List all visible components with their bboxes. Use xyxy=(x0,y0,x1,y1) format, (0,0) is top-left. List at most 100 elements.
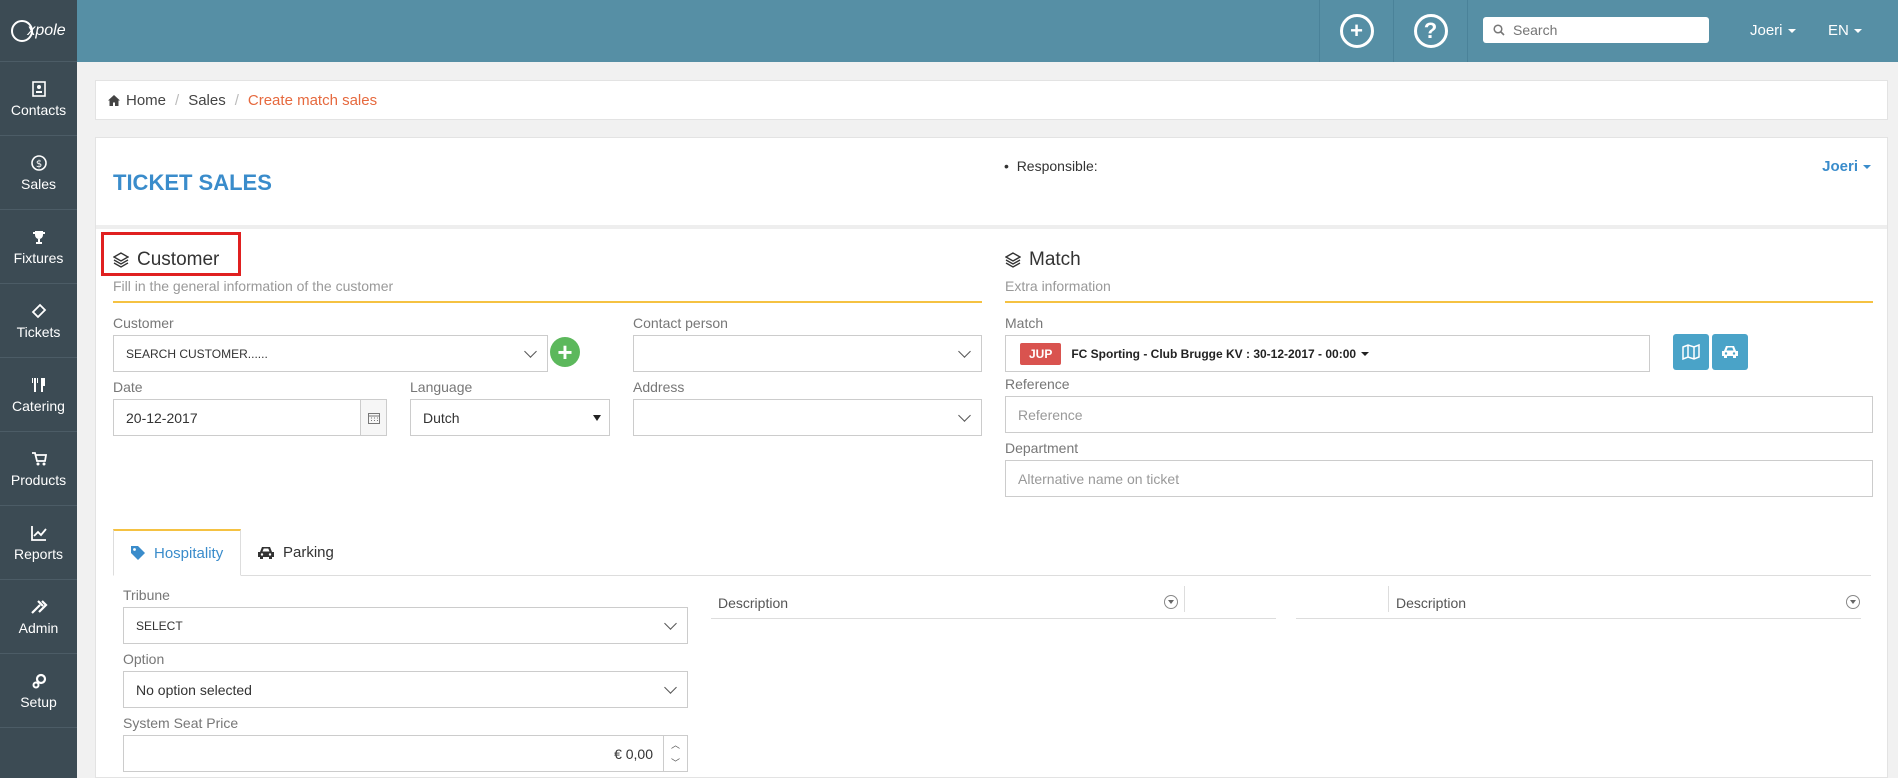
department-placeholder: Alternative name on ticket xyxy=(1018,470,1180,487)
ticket-icon xyxy=(30,302,48,320)
match-title-text: Match xyxy=(1029,249,1081,270)
home-icon xyxy=(108,94,120,106)
main-panel: TICKET SALES • Responsible: Joeri Custom… xyxy=(95,137,1888,778)
cutlery-icon xyxy=(30,376,48,394)
column-separator xyxy=(1388,586,1389,612)
dollar-icon: $ xyxy=(30,154,48,172)
svg-text:$: $ xyxy=(35,159,41,170)
sidebar-item-label: Fixtures xyxy=(13,249,64,266)
date-value: 20-12-2017 xyxy=(126,409,198,426)
language-select[interactable]: Dutch xyxy=(410,399,610,436)
triangle-down-icon xyxy=(593,415,601,421)
language-value: Dutch xyxy=(423,409,460,426)
trophy-icon xyxy=(30,228,48,246)
seat-price-input[interactable]: € 0,00 ︿ ﹀ xyxy=(123,735,688,772)
match-select[interactable]: JUP FC Sporting - Club Brugge KV : 30-12… xyxy=(1005,335,1650,372)
customer-subtitle: Fill in the general information of the c… xyxy=(113,278,394,294)
sidebar-item-label: Setup xyxy=(20,693,57,710)
sidebar-item-fixtures[interactable]: Fixtures xyxy=(0,210,77,284)
breadcrumb: Home / Sales / Create match sales xyxy=(95,80,1888,120)
breadcrumb-sales[interactable]: Sales xyxy=(188,92,226,109)
reference-placeholder: Reference xyxy=(1018,406,1083,423)
tab-hospitality[interactable]: Hospitality xyxy=(113,529,241,576)
responsible-text: Responsible: xyxy=(1016,158,1098,174)
user-name: Joeri xyxy=(1750,22,1783,39)
tools-icon xyxy=(30,598,48,616)
layers-icon xyxy=(1005,252,1021,268)
sidebar-item-setup[interactable]: Setup xyxy=(0,654,77,728)
option-value: No option selected xyxy=(136,681,252,698)
tab-label: Parking xyxy=(283,544,334,561)
sidebar-item-label: Sales xyxy=(20,175,57,192)
table2-col-description[interactable]: Description xyxy=(1396,595,1466,611)
spinner-up-icon[interactable]: ︿ xyxy=(671,738,680,751)
car-button[interactable] xyxy=(1712,334,1748,370)
seat-price-value: € 0,00 xyxy=(614,745,653,762)
sidebar-item-contacts[interactable]: Contacts xyxy=(0,62,77,136)
reference-input[interactable]: Reference xyxy=(1005,396,1873,433)
sidebar-item-admin[interactable]: Admin xyxy=(0,580,77,654)
tribune-select[interactable]: SELECT xyxy=(123,607,688,644)
sidebar-item-catering[interactable]: Catering xyxy=(0,358,77,432)
breadcrumb-separator: / xyxy=(175,91,180,109)
spinner-down-icon[interactable]: ﹀ xyxy=(671,756,680,769)
chevron-down-icon xyxy=(524,345,537,358)
tab-parking[interactable]: Parking xyxy=(241,529,350,576)
cart-icon xyxy=(30,450,48,468)
contact-person-select[interactable] xyxy=(633,335,982,372)
calendar-icon[interactable] xyxy=(360,400,386,435)
match-label: Match xyxy=(1005,315,1044,331)
match-badge: JUP xyxy=(1020,342,1062,365)
sidebar-item-tickets[interactable]: Tickets xyxy=(0,284,77,358)
option-select[interactable]: No option selected xyxy=(123,671,688,708)
add-button[interactable]: + xyxy=(1319,0,1393,62)
tribune-label: Tribune xyxy=(123,587,170,603)
option-label: Option xyxy=(123,651,165,667)
language-menu[interactable]: EN xyxy=(1828,22,1862,39)
filter-icon[interactable] xyxy=(1846,595,1860,609)
caret-down-icon xyxy=(1853,29,1862,34)
match-value: FC Sporting - Club Brugge KV : 30-12-201… xyxy=(1071,346,1357,361)
customer-search-select[interactable]: SEARCH CUSTOMER...... xyxy=(113,335,548,372)
filter-icon[interactable] xyxy=(1164,595,1178,609)
question-circle-icon: ? xyxy=(1413,14,1448,48)
sidebar-item-products[interactable]: Products xyxy=(0,432,77,506)
search-input[interactable] xyxy=(1513,22,1693,38)
responsible-user: Joeri xyxy=(1822,158,1858,175)
seat-price-label: System Seat Price xyxy=(123,715,239,731)
responsible-user-dropdown[interactable]: Joeri xyxy=(1822,158,1871,175)
section-divider xyxy=(96,225,1887,229)
match-subtitle: Extra information xyxy=(1005,278,1111,294)
plus-circle-icon: + xyxy=(1339,14,1374,48)
date-label: Date xyxy=(113,379,143,395)
sidebar: xpole Contacts $ Sales Fixtures Tickets … xyxy=(0,0,77,778)
table1-col-description[interactable]: Description xyxy=(718,595,788,611)
user-menu[interactable]: Joeri xyxy=(1750,22,1796,39)
department-label: Department xyxy=(1005,440,1079,456)
plus-icon: + xyxy=(557,337,573,367)
sidebar-item-sales[interactable]: $ Sales xyxy=(0,136,77,210)
number-spinner[interactable]: ︿ ﹀ xyxy=(663,736,687,771)
caret-down-icon xyxy=(1361,351,1370,356)
page-title: TICKET SALES xyxy=(113,170,272,195)
chevron-down-icon xyxy=(958,345,971,358)
map-button[interactable] xyxy=(1673,334,1709,370)
table1-header-line xyxy=(711,618,1276,619)
chart-icon xyxy=(30,524,48,542)
app-logo[interactable]: xpole xyxy=(0,0,77,62)
address-select[interactable] xyxy=(633,399,982,436)
help-button[interactable]: ? xyxy=(1393,0,1467,62)
add-customer-button[interactable]: + xyxy=(550,337,580,367)
search-box[interactable] xyxy=(1483,17,1709,43)
department-input[interactable]: Alternative name on ticket xyxy=(1005,460,1873,497)
gears-icon xyxy=(30,672,48,690)
sidebar-item-label: Catering xyxy=(12,397,65,414)
date-input[interactable]: 20-12-2017 xyxy=(113,399,387,436)
customer-label: Customer xyxy=(113,315,174,331)
contacts-icon xyxy=(30,80,48,98)
sidebar-item-label: Admin xyxy=(18,619,59,636)
caret-down-icon xyxy=(1863,165,1871,170)
breadcrumb-home[interactable]: Home xyxy=(126,92,166,109)
tribune-value: SELECT xyxy=(136,618,183,633)
sidebar-item-reports[interactable]: Reports xyxy=(0,506,77,580)
